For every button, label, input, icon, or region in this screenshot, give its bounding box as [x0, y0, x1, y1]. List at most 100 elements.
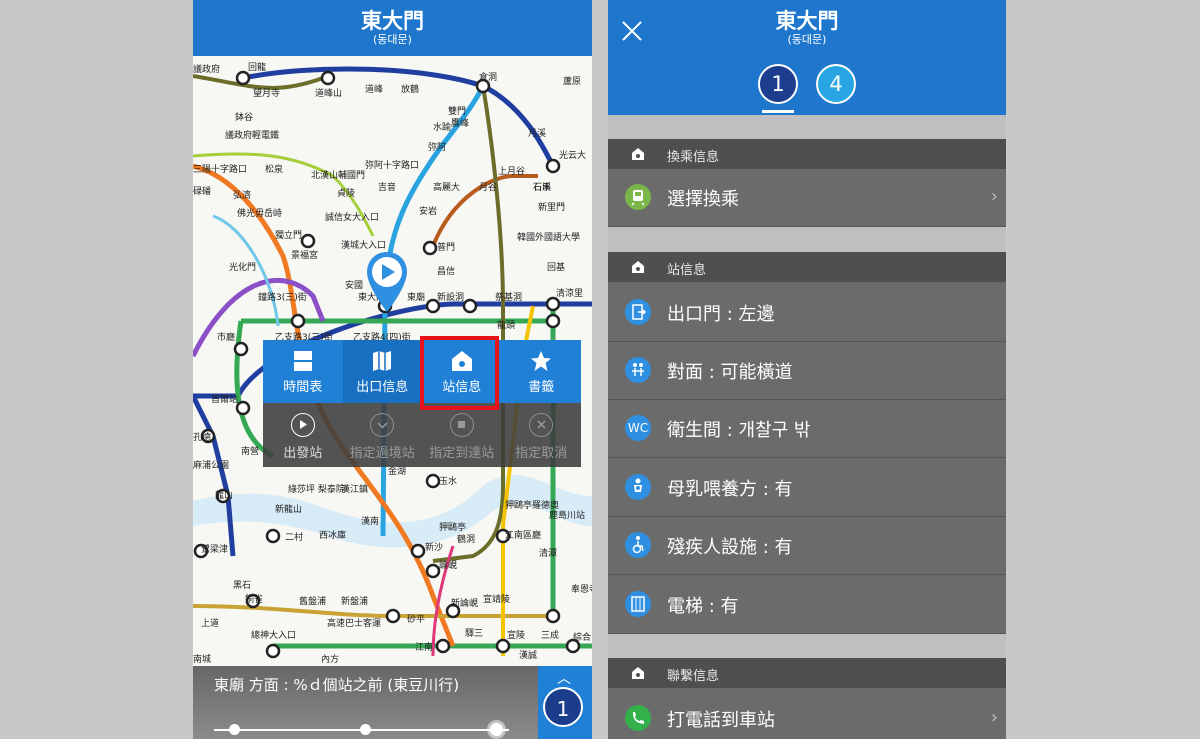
play-icon	[290, 413, 315, 437]
progress-dot	[360, 724, 371, 735]
station-label: 黑石	[233, 580, 251, 591]
wheelchair-icon	[625, 532, 651, 558]
station-label: 韓國外國語大學	[517, 231, 580, 243]
transfer-section-header: 換乘信息	[608, 139, 1006, 169]
station-label: 三陽十字路口	[193, 163, 247, 175]
direction-text: 東廟 方面 : %ｄ個站之前 (東豆川行)	[214, 676, 460, 694]
station-label: 舊盤浦	[299, 595, 326, 607]
station-label: 漢誠	[519, 649, 537, 661]
station-label: 宣靖陵	[483, 593, 510, 605]
set-transit-button[interactable]: 指定過境站	[343, 403, 423, 467]
line-badge[interactable]: 1	[543, 687, 583, 727]
select-transfer-row[interactable]: 選擇換乘 ›	[608, 169, 1006, 227]
station-label: 倉洞	[479, 71, 497, 83]
station-label: 鉢谷	[235, 111, 253, 123]
spacer	[608, 634, 1006, 658]
station-label: 玉水	[439, 475, 457, 487]
station-label: 鷹峰	[451, 117, 469, 129]
chevron-up-icon[interactable]: ︿	[557, 668, 571, 688]
station-label: 弥阿	[428, 141, 446, 153]
active-tab-indicator	[762, 110, 794, 113]
home-icon	[632, 261, 644, 273]
station-label: 安國	[345, 279, 363, 291]
stop-icon	[449, 413, 474, 437]
station-label: 南營	[241, 445, 259, 457]
set-arrival-button[interactable]: 指定到達站	[422, 403, 502, 467]
station-label: 北漢山輔國門	[311, 169, 365, 181]
station-label: 議政府輕電鐵	[225, 129, 279, 141]
set-departure-button[interactable]: 出發站	[263, 403, 343, 467]
station-label: 松泉	[265, 163, 283, 175]
station-label: 上月谷	[498, 166, 525, 177]
station-label: 鐘路3(三)街	[258, 291, 307, 303]
tab-line-4[interactable]: 4	[816, 64, 856, 104]
spacer	[608, 115, 1006, 139]
call-station-row[interactable]: 打電話到車站 ›	[608, 690, 1006, 739]
station-label: 清涼里	[556, 287, 583, 299]
station-label: 佛光	[237, 207, 255, 219]
map-header: 東大門 (동대문)	[193, 0, 592, 56]
wc-icon: WC	[625, 415, 651, 441]
station-label: 上道	[201, 617, 219, 629]
station-label: 高速巴士客運	[327, 617, 381, 629]
station-label: 清潭	[539, 547, 557, 559]
exit-info-button[interactable]: 出口信息	[342, 340, 422, 403]
station-label: 弘濟	[233, 189, 251, 201]
cancel-designation-button[interactable]: 指定取消	[502, 403, 582, 467]
nursing-room-row: 母乳喂養方 : 有	[608, 459, 1006, 517]
station-label: 鶴洞	[457, 533, 475, 545]
station-label: 新論峴	[451, 597, 478, 609]
station-label: 吉音	[378, 181, 396, 193]
station-label: 龍頭	[497, 319, 515, 331]
star-icon	[531, 351, 552, 371]
station-label: 內方	[321, 653, 339, 665]
cancel-icon	[529, 413, 554, 437]
station-label: 首爾站	[211, 393, 238, 405]
bookmark-button[interactable]: 書籤	[502, 340, 582, 403]
station-label: 宣陵	[507, 629, 525, 641]
contact-section-header: 聯繫信息	[608, 658, 1006, 688]
station-label: 高麗大	[433, 181, 460, 193]
station-label: 月溪	[528, 127, 546, 139]
station-label: 景福宮	[291, 249, 318, 261]
progress-dot-current	[490, 723, 503, 736]
station-label: 回龍	[248, 61, 266, 73]
nursing-room-icon	[625, 474, 651, 500]
station-label: 碌磻	[193, 185, 211, 197]
map-icon	[373, 351, 392, 371]
station-label: 二村	[285, 531, 303, 543]
station-label: 龍山	[215, 489, 233, 501]
restroom-row: WC 衛生間 : 개찰구 밖	[608, 400, 1006, 458]
station-label: 毋岳峙	[255, 207, 282, 219]
station-label: 鹿島川站	[549, 509, 585, 521]
tab-line-1[interactable]: 1	[758, 64, 798, 104]
timetable-button[interactable]: 時間表	[263, 340, 343, 403]
station-label: 奉恩寺	[571, 583, 592, 595]
close-icon[interactable]	[621, 20, 643, 42]
station-label: 放鶴	[401, 83, 419, 95]
chevron-right-icon: ›	[990, 186, 998, 207]
location-pin-icon[interactable]	[365, 250, 409, 320]
accessibility-row: 殘疾人設施 : 有	[608, 517, 1006, 575]
station-section-header: 站信息	[608, 252, 1006, 282]
exit-door-icon	[625, 299, 651, 325]
station-label: 新盤浦	[341, 595, 368, 607]
direction-bar: 東廟 方面 : %ｄ個站之前 (東豆川行)	[193, 666, 592, 739]
spacer	[608, 227, 1006, 252]
station-label: 砂平	[407, 613, 425, 625]
station-label: 三成	[541, 629, 559, 641]
station-label: 望月寺	[253, 87, 280, 99]
station-label: 銅雀	[245, 593, 263, 605]
opposite-row: 對面 : 可能橫道	[608, 342, 1006, 400]
station-label: 祭基洞	[495, 291, 522, 303]
check-icon	[370, 413, 395, 437]
station-label: 光云大	[559, 149, 586, 161]
station-subtitle: (동대문)	[373, 33, 412, 46]
station-label: 論峴	[439, 559, 457, 571]
station-label: 麻浦公園	[193, 459, 229, 471]
station-label: 光化門	[229, 261, 256, 273]
station-label: 新設洞	[437, 291, 464, 303]
line-tabs: 1 4	[608, 63, 1006, 115]
station-label: 江南	[415, 641, 433, 653]
station-label: 市廳	[217, 331, 235, 343]
